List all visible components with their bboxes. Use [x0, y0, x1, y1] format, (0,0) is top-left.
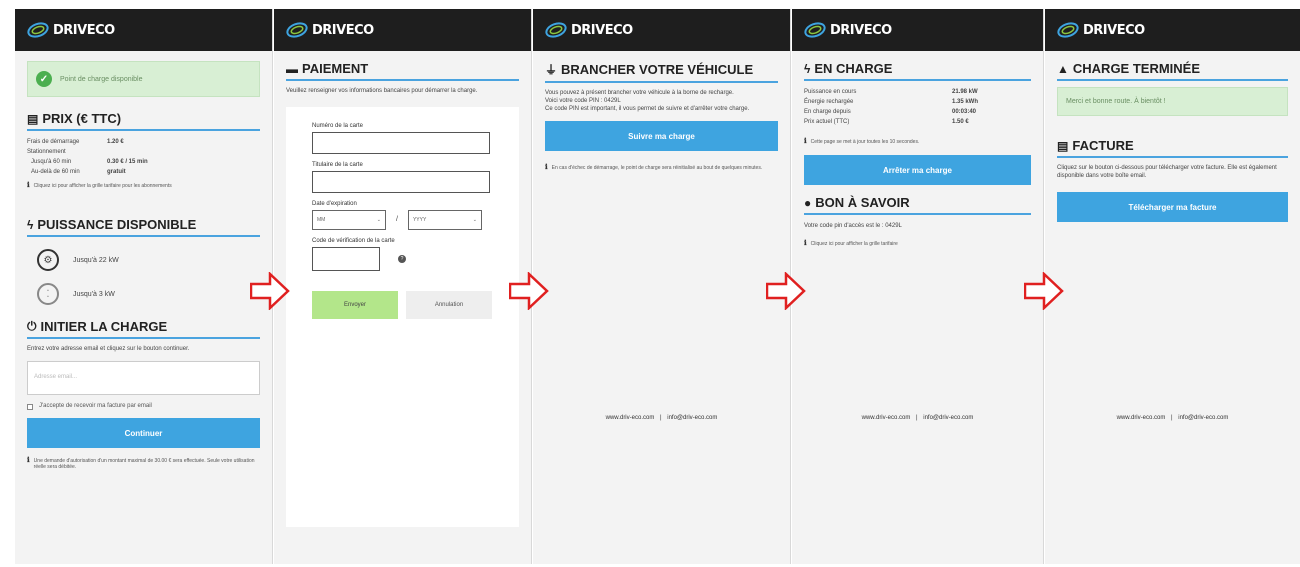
plug-description: Vous pouvez à présent brancher votre véh… — [545, 90, 750, 112]
top-bar: DRIVECO — [533, 9, 790, 51]
footer: www.driv-eco.com | info@driv-eco.com — [605, 415, 718, 421]
follow-charge-button[interactable]: Suivre ma charge — [545, 121, 778, 151]
invoice-checkbox-row[interactable]: J'accepte de recevoir ma facture par ema… — [27, 403, 260, 410]
power-title: ϟ PUISSANCE DISPONIBLE — [27, 217, 260, 237]
lightbulb-icon: ● — [804, 195, 812, 210]
power-button-icon: ⏻ — [27, 319, 37, 333]
info-icon: ℹ — [545, 164, 548, 171]
footer-email-link[interactable]: info@driv-eco.com — [923, 415, 973, 421]
driveco-logo: DRIVECO — [545, 22, 633, 38]
flow-arrow-icon — [250, 272, 290, 310]
refresh-info: ℹ Cette page se met à jour toutes les 10 … — [804, 138, 920, 145]
driveco-logo: DRIVECO — [804, 22, 892, 38]
good-to-know-title: ● BON À SAVOIR — [804, 195, 1031, 215]
cvv-label: Code de vérification de la carte — [312, 238, 395, 244]
footer-website-link[interactable]: www.driv-eco.com — [862, 415, 911, 421]
check-icon: ✓ — [36, 71, 52, 87]
screen-availability: DRIVECO ✓ Point de charge disponible ▤ P… — [15, 9, 273, 564]
payment-form: Numéro de la carte Titulaire de la carte… — [286, 107, 519, 527]
plug-icon: ⏚ — [545, 63, 558, 77]
date-separator: / — [396, 216, 398, 223]
power-item: ⁚ Jusqu'à 3 kW — [37, 283, 260, 305]
payment-description: Veuillez renseigner vos informations ban… — [286, 88, 478, 94]
footer-website-link[interactable]: www.driv-eco.com — [1117, 415, 1166, 421]
driveco-logo: DRIVECO — [286, 22, 374, 38]
price-row: Frais de démarrage 1.20 € — [27, 139, 124, 145]
info-icon: ℹ — [804, 240, 807, 247]
invoice-description: Cliquez sur le bouton ci-dessous pour té… — [1057, 165, 1277, 179]
init-description: Entrez votre adresse email et cliquez su… — [27, 346, 190, 352]
availability-notice: ✓ Point de charge disponible — [27, 61, 260, 97]
stop-charge-button[interactable]: Arrêter ma charge — [804, 155, 1031, 185]
footer-website-link[interactable]: www.driv-eco.com — [606, 415, 655, 421]
footer: www.driv-eco.com | info@driv-eco.com — [1116, 415, 1229, 421]
footer-email-link[interactable]: info@driv-eco.com — [1178, 415, 1228, 421]
price-row: Stationnement — [27, 149, 66, 155]
driveco-logo: DRIVECO — [1057, 22, 1145, 38]
pin-text: Votre code pin d'accès est le : 0429L — [804, 223, 902, 229]
price-title: ▤ PRIX (€ TTC) — [27, 111, 260, 131]
domestic-plug-icon: ⁚ — [37, 283, 59, 305]
auth-info: ℹ Une demande d'autorisation d'un montant… — [27, 457, 255, 470]
price-info[interactable]: ℹ Cliquez ici pour afficher la grille tar… — [27, 182, 260, 189]
charging-title: ϟ EN CHARGE — [804, 61, 1031, 81]
chevron-down-icon: ⌄ — [376, 217, 381, 223]
card-holder-label: Titulaire de la carte — [312, 162, 363, 168]
download-invoice-button[interactable]: Télécharger ma facture — [1057, 192, 1288, 222]
screen-plug-vehicle: DRIVECO ⏚ BRANCHER VOTRE VÉHICULE Vous p… — [533, 9, 791, 564]
continue-button[interactable]: Continuer — [27, 418, 260, 448]
thanks-notice: Merci et bonne route. À bientôt ! — [1057, 87, 1288, 116]
document-icon: ▤ — [1057, 138, 1069, 153]
card-number-label: Numéro de la carte — [312, 123, 364, 129]
plug-title: ⏚ BRANCHER VOTRE VÉHICULE — [545, 61, 778, 83]
info-icon: ℹ — [27, 182, 30, 189]
payment-title: ▬ PAIEMENT — [286, 61, 519, 81]
card-number-input[interactable] — [312, 132, 490, 154]
price-icon: ▤ — [27, 111, 39, 126]
cancel-button[interactable]: Annulation — [406, 291, 492, 319]
price-row: Au-delà de 60 min gratuit — [31, 169, 126, 175]
power-item: ⚙ Jusqu'à 22 kW — [37, 249, 260, 271]
footer: www.driv-eco.com | info@driv-eco.com — [861, 415, 974, 421]
driveco-logo: DRIVECO — [27, 22, 115, 38]
email-input[interactable]: Adresse email... — [27, 361, 260, 395]
info-icon: ℹ — [27, 457, 30, 464]
flow-arrow-icon — [1024, 272, 1064, 310]
info-icon: ℹ — [804, 138, 807, 145]
footer-email-link[interactable]: info@driv-eco.com — [667, 415, 717, 421]
send-button[interactable]: Envoyer — [312, 291, 398, 319]
screen-charge-complete: DRIVECO ▲ CHARGE TERMINÉE Merci et bonne… — [1045, 9, 1300, 564]
flow-arrow-icon — [509, 272, 549, 310]
screen-charging: DRIVECO ϟ EN CHARGE Puissance en cours 21… — [792, 9, 1044, 564]
screen-payment: DRIVECO ▬ PAIEMENT Veuillez renseigner v… — [274, 9, 532, 564]
expiry-year-select[interactable]: YYYY ⌄ — [407, 210, 482, 230]
charge-stat-row: Énergie rechargée 1.35 kWh — [804, 99, 979, 105]
cvv-input[interactable] — [312, 247, 380, 271]
top-bar: DRIVECO — [1045, 9, 1300, 51]
lightning-icon: ϟ — [804, 61, 811, 76]
charge-stat-row: Puissance en cours 21.98 kW — [804, 89, 978, 95]
invoice-title: ▤ FACTURE — [1057, 138, 1288, 158]
top-bar: DRIVECO — [274, 9, 531, 51]
reset-info: ℹ En cas d'échec de démarrage, le point d… — [545, 164, 763, 171]
invoice-checkbox[interactable] — [27, 403, 33, 410]
top-bar: DRIVECO — [15, 9, 272, 51]
chevron-down-icon: ⌄ — [472, 217, 477, 223]
help-icon[interactable]: ? — [398, 255, 406, 263]
expiry-month-select[interactable]: MM ⌄ — [312, 210, 386, 230]
lightning-icon: ϟ — [27, 217, 34, 232]
flag-icon: ▲ — [1057, 61, 1069, 76]
credit-card-icon: ▬ — [286, 61, 298, 76]
charge-stat-row: En charge depuis 00:03:40 — [804, 109, 977, 115]
type2-plug-icon: ⚙ — [37, 249, 59, 271]
tariff-info[interactable]: ℹ Cliquez ici pour afficher la grille tar… — [804, 240, 1031, 247]
top-bar: DRIVECO — [792, 9, 1043, 51]
card-holder-input[interactable] — [312, 171, 490, 193]
expiry-label: Date d'expiration — [312, 201, 357, 207]
price-row: Jusqu'à 60 min 0.30 € / 15 min — [31, 159, 148, 165]
charge-stat-row: Prix actuel (TTC) 1.50 € — [804, 119, 969, 125]
flow-arrow-icon — [766, 272, 806, 310]
init-title: ⏻ INITIER LA CHARGE — [27, 319, 260, 339]
charge-complete-title: ▲ CHARGE TERMINÉE — [1057, 61, 1288, 81]
